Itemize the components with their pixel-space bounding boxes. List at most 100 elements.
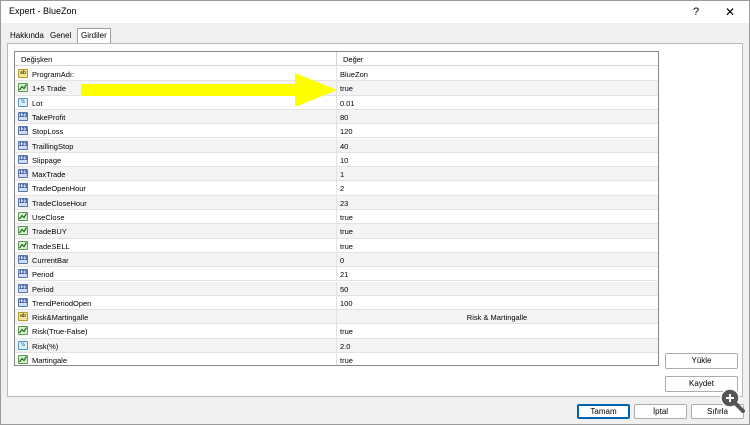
variable-value[interactable]: 0	[340, 256, 344, 265]
annotation-arrow	[81, 73, 337, 107]
variable-name: TraillingStop	[32, 141, 74, 151]
table-row[interactable]: 123 Period 21	[15, 267, 658, 282]
double-icon: ½	[18, 340, 28, 350]
zoom-in-icon[interactable]	[719, 387, 745, 413]
variable-name: ProgramAdı:	[32, 70, 75, 79]
string-icon: ab	[18, 312, 28, 322]
bool-icon	[18, 355, 28, 364]
variable-value[interactable]: BlueZon	[340, 70, 368, 79]
help-icon[interactable]: ?	[688, 4, 704, 20]
variable-name: Period	[32, 284, 54, 294]
table-row[interactable]: 123 TakeProfit 80	[15, 109, 658, 125]
table-row[interactable]: 123 TraillingStop 40	[15, 138, 658, 153]
string-icon: ab	[18, 69, 28, 78]
variable-value[interactable]: 2.0	[340, 342, 350, 351]
variable-name: Slippage	[32, 155, 62, 165]
tab-inputs[interactable]: Girdiler	[77, 28, 111, 43]
cell-divider	[336, 167, 337, 182]
variable-value[interactable]: 40	[340, 142, 348, 151]
bool-icon	[18, 83, 28, 93]
variable-name: TradeBUY	[32, 227, 67, 237]
variable-value[interactable]: 1	[340, 170, 344, 179]
table-row[interactable]: TradeBUY true	[15, 224, 658, 239]
table-row[interactable]: Risk(True-False) true	[15, 324, 658, 339]
integer-icon: 123	[18, 126, 28, 136]
integer-icon: 123	[18, 283, 28, 293]
window-title: Expert - BlueZon	[9, 6, 77, 16]
table-row[interactable]: 123 StopLoss 120	[15, 124, 658, 139]
cell-divider	[336, 353, 337, 365]
column-divider[interactable]	[336, 52, 337, 66]
close-icon[interactable]: ✕	[722, 4, 738, 20]
variable-name: TradeSELL	[32, 241, 70, 251]
variable-value[interactable]: 21	[340, 270, 348, 279]
cell-divider	[336, 252, 337, 267]
cell-divider	[336, 238, 337, 253]
integer-icon: 123	[18, 254, 28, 264]
cell-divider	[336, 210, 337, 224]
variable-value[interactable]: true	[340, 84, 353, 93]
table-row[interactable]: 123 TrendPeriodOpen 100	[15, 295, 658, 311]
variable-value[interactable]: true	[340, 242, 353, 251]
cell-divider	[336, 195, 337, 210]
table-row[interactable]: 123 Slippage 10	[15, 152, 658, 168]
variable-value[interactable]: true	[340, 356, 353, 365]
table-row[interactable]: ab Risk&Martingalle Risk & Martingalle	[15, 310, 658, 325]
column-header-value[interactable]: Değer	[343, 55, 363, 64]
variable-value[interactable]: Risk & Martingalle	[337, 313, 657, 322]
cancel-button[interactable]: İptal	[634, 404, 687, 419]
double-icon: ½	[18, 97, 28, 107]
cell-divider	[336, 124, 337, 139]
variable-value[interactable]: 120	[340, 127, 353, 136]
variable-value[interactable]: 2	[340, 184, 344, 193]
title-bar: Expert - BlueZon ? ✕	[1, 1, 749, 23]
table-row[interactable]: 123 TradeCloseHour 23	[15, 195, 658, 210]
table-row[interactable]: 123 MaxTrade 1	[15, 167, 658, 182]
table-row[interactable]: Martingale true	[15, 353, 658, 365]
integer-icon: 123	[18, 297, 28, 307]
cell-divider	[336, 138, 337, 153]
table-row[interactable]: UseClose true	[15, 210, 658, 225]
cell-divider	[336, 224, 337, 239]
variable-name: Risk&Martingalle	[32, 313, 89, 323]
cell-divider	[336, 295, 337, 310]
table-row[interactable]: ½ Risk(%) 2.0	[15, 338, 658, 353]
variable-name: TrendPeriodOpen	[32, 298, 92, 308]
column-header-variable[interactable]: Değişken	[21, 55, 52, 64]
variable-name: 1+5 Trade	[32, 84, 66, 94]
ok-button[interactable]: Tamam	[577, 404, 630, 419]
variable-name: Risk(True-False)	[32, 327, 88, 337]
integer-icon: 123	[18, 140, 28, 150]
variable-name: Martingale	[32, 356, 68, 365]
variable-value[interactable]: 50	[340, 285, 348, 294]
variable-value[interactable]: 80	[340, 113, 348, 122]
integer-icon: 123	[18, 154, 28, 164]
variable-value[interactable]: true	[340, 227, 353, 236]
variable-value[interactable]: 0.01	[340, 99, 355, 108]
tab-general[interactable]: Genel	[47, 29, 75, 43]
expert-dialog: Expert - BlueZon ? ✕ Hakkında Genel Gird…	[0, 0, 750, 425]
variable-value[interactable]: true	[340, 213, 353, 222]
table-row[interactable]: TradeSELL true	[15, 238, 658, 253]
variable-name: TakeProfit	[32, 112, 66, 122]
variable-name: CurrentBar	[32, 255, 69, 265]
integer-icon: 123	[18, 269, 28, 279]
tab-about[interactable]: Hakkında	[7, 29, 47, 43]
variable-name: Risk(%)	[32, 341, 59, 351]
integer-icon: 123	[18, 111, 28, 121]
variable-value[interactable]: 100	[340, 299, 353, 308]
variable-name: UseClose	[32, 213, 65, 222]
table-row[interactable]: 123 Period 50	[15, 281, 658, 296]
table-row[interactable]: 123 CurrentBar 0	[15, 252, 658, 268]
variable-value[interactable]: true	[340, 327, 353, 336]
variable-value[interactable]: 23	[340, 199, 348, 208]
grid-header: Değişken Değer	[15, 52, 658, 66]
table-row[interactable]: 123 TradeOpenHour 2	[15, 181, 658, 196]
load-button[interactable]: Yükle	[665, 353, 738, 369]
variable-name: TradeCloseHour	[32, 198, 87, 208]
bool-icon	[18, 240, 28, 250]
variable-name: Lot	[32, 98, 43, 108]
cell-divider	[336, 109, 337, 124]
variable-value[interactable]: 10	[340, 156, 348, 165]
variable-name: TradeOpenHour	[32, 184, 86, 194]
